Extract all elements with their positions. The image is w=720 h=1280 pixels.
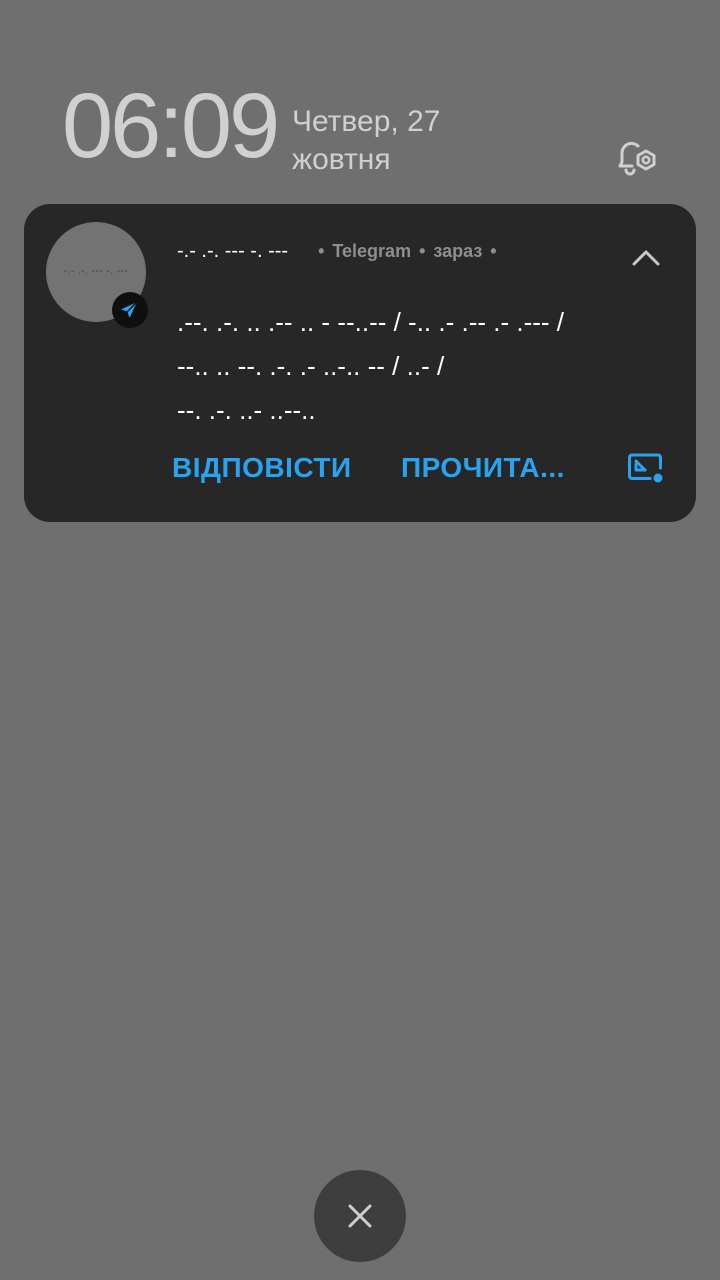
sender-name: -.- .-. --- -. ---: [177, 239, 289, 262]
meta-separator: •: [318, 240, 325, 261]
lockscreen-date: Четвер, 27 жовтня: [292, 103, 440, 179]
bell-settings-icon[interactable]: [612, 134, 660, 182]
close-icon: [348, 1204, 372, 1228]
notification-meta: • Telegram • зараз •: [310, 241, 505, 262]
app-name: Telegram: [332, 240, 412, 261]
notification-time: зараз: [433, 240, 483, 261]
meta-separator: •: [419, 240, 426, 261]
avatar-text: -.- .-. --- -. ---: [63, 266, 129, 277]
date-line-2: жовтня: [292, 143, 391, 176]
chevron-up-icon[interactable]: [628, 242, 664, 274]
meta-separator: •: [490, 240, 497, 261]
dismiss-button[interactable]: [314, 1170, 406, 1262]
date-line-1: Четвер, 27: [292, 105, 441, 138]
lockscreen-clock: 06:09: [62, 75, 280, 177]
mark-read-button[interactable]: ПРОЧИТА...: [401, 452, 565, 484]
reply-button[interactable]: ВІДПОВІСТИ: [172, 452, 352, 484]
message-line: --.. .. --. .-. .- ..-.. -- / ..- /: [177, 351, 445, 381]
notification-header: -.- .-. --- -. --- • Telegram • зараз •: [177, 238, 505, 264]
picture-in-picture-icon[interactable]: [626, 450, 666, 486]
notification-message: .--. .-. .. .-- .. - --..-- / -.. .- .--…: [177, 300, 637, 432]
telegram-notification-card[interactable]: -.- .-. --- -. --- -.- .-. --- -. --- • T…: [24, 204, 696, 522]
message-line: --. .-. ..- ..--..: [177, 395, 316, 425]
telegram-icon: [112, 292, 148, 328]
message-line: .--. .-. .. .-- .. - --..-- / -.. .- .--…: [177, 307, 565, 337]
